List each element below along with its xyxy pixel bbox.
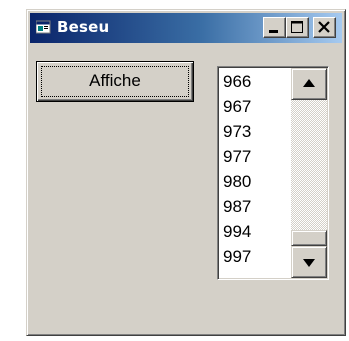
close-icon xyxy=(318,21,330,33)
listbox-items: 966 967 973 977 980 987 994 997 xyxy=(221,69,291,269)
affiche-button[interactable]: Affiche xyxy=(36,61,194,102)
list-item[interactable]: 966 xyxy=(221,69,291,94)
list-item[interactable]: 967 xyxy=(221,94,291,119)
scroll-down-button[interactable] xyxy=(291,246,327,278)
arrow-down-icon xyxy=(303,259,315,267)
scroll-up-button[interactable] xyxy=(291,68,327,100)
maximize-button[interactable] xyxy=(286,17,309,38)
minimize-icon xyxy=(269,30,278,33)
list-item[interactable]: 997 xyxy=(221,244,291,269)
list-item[interactable]: 994 xyxy=(221,219,291,244)
maximize-icon xyxy=(291,21,303,33)
listbox-scrollbar[interactable] xyxy=(291,68,327,278)
minimize-button[interactable] xyxy=(263,17,286,38)
arrow-up-icon xyxy=(303,79,315,87)
title-bar[interactable]: Beseu xyxy=(30,13,342,43)
list-item[interactable]: 973 xyxy=(221,119,291,144)
window-title: Beseu xyxy=(57,18,110,36)
list-item[interactable]: 987 xyxy=(221,194,291,219)
list-item[interactable]: 980 xyxy=(221,169,291,194)
vb-form-icon xyxy=(36,20,51,34)
close-button[interactable] xyxy=(313,17,336,38)
scroll-thumb[interactable] xyxy=(291,230,327,246)
list-item[interactable]: 977 xyxy=(221,144,291,169)
affiche-button-label: Affiche xyxy=(89,71,141,90)
form-window: Beseu Affiche 966 967 973 977 980 987 99… xyxy=(26,9,346,336)
